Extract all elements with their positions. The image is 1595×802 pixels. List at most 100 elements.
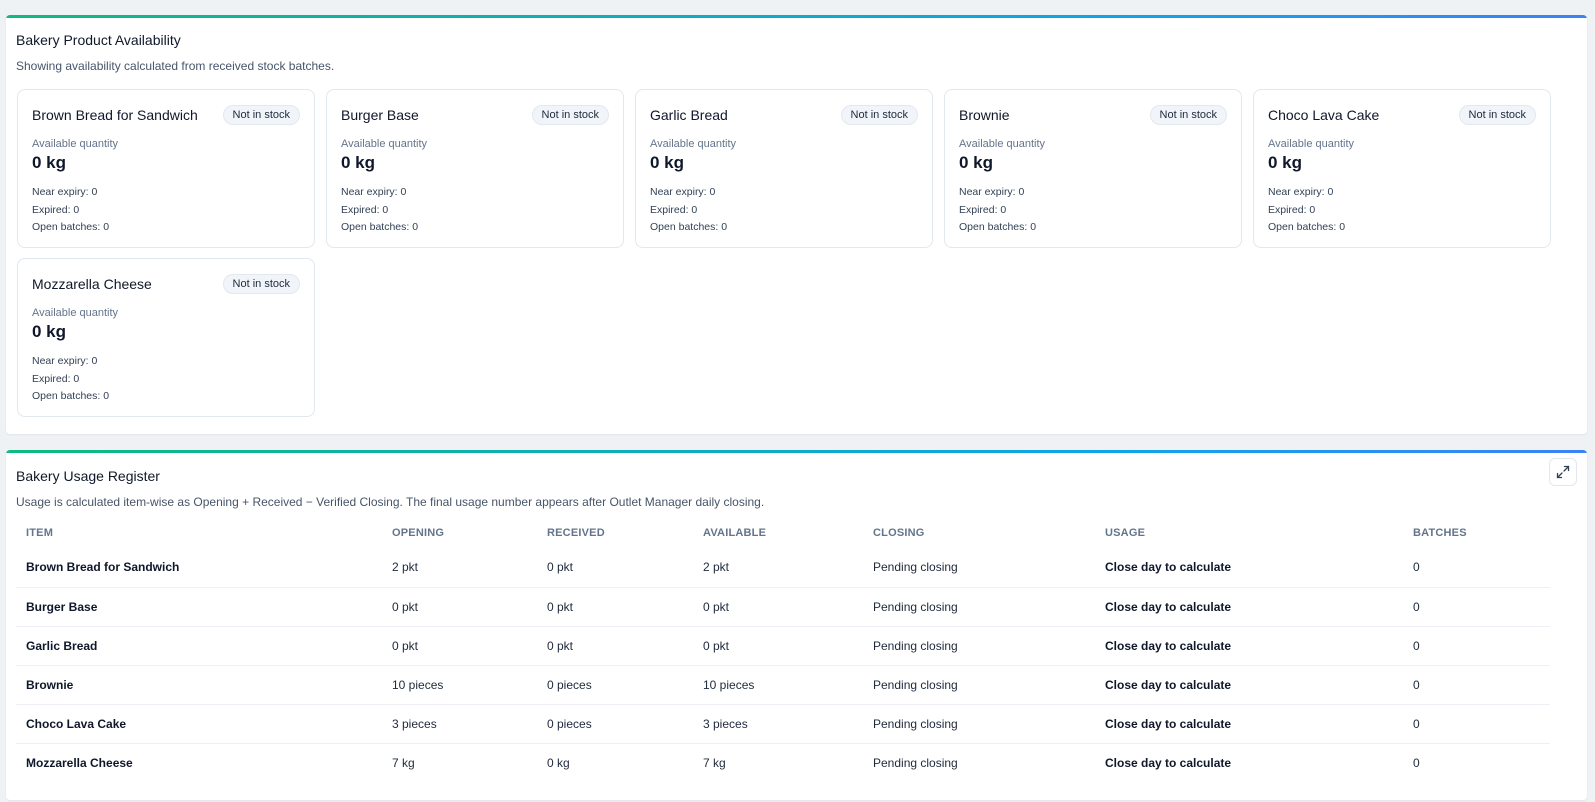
near-expiry-count: Near expiry: 0: [1268, 186, 1334, 198]
open-batches-count: Open batches: 0: [32, 390, 110, 402]
cell-opening: 2 pkt: [382, 548, 537, 588]
cell-received: 0 pieces: [537, 665, 693, 705]
product-name: Choco Lava Cake: [1268, 107, 1380, 123]
near-expiry-count: Near expiry: 0: [32, 355, 98, 367]
near-expiry-count: Near expiry: 0: [650, 186, 716, 198]
available-quantity-value: 0 kg: [650, 153, 685, 172]
cell-item: Brown Bread for Sandwich: [16, 548, 382, 588]
usage-register-table: ITEM OPENING RECEIVED AVAILABLE CLOSING …: [16, 518, 1550, 782]
panel-accent-bar: [6, 450, 1587, 453]
table-row[interactable]: Brownie 10 pieces 0 pieces 10 pieces Pen…: [16, 665, 1550, 705]
available-quantity-value: 0 kg: [32, 322, 67, 341]
available-quantity-value: 0 kg: [32, 153, 67, 172]
cell-batches: 0: [1413, 755, 1420, 770]
cell-closing: Pending closing: [863, 548, 1095, 588]
cell-received: 0 pkt: [537, 626, 693, 666]
table-row[interactable]: Choco Lava Cake 3 pieces 0 pieces 3 piec…: [16, 704, 1550, 744]
column-header-item[interactable]: ITEM: [16, 518, 382, 548]
cell-batches: 0: [1403, 587, 1550, 627]
available-quantity-label: Available quantity: [32, 307, 119, 319]
column-header-available[interactable]: AVAILABLE: [693, 518, 863, 548]
expired-count: Expired: 0: [1268, 204, 1316, 216]
product-name: Brownie: [959, 107, 1010, 123]
available-quantity-label: Available quantity: [650, 138, 737, 150]
open-batches-count: Open batches: 0: [341, 221, 419, 233]
open-batches-count: Open batches: 0: [959, 221, 1037, 233]
available-quantity-value: 0 kg: [1268, 153, 1303, 172]
cell-batches: 0: [1403, 626, 1550, 666]
table-row[interactable]: Garlic Bread 0 pkt 0 pkt 0 pkt Pending c…: [16, 626, 1550, 666]
cell-usage: Close day to calculate: [1095, 626, 1403, 666]
stock-status-badge: Not in stock: [840, 105, 918, 125]
usage-register-panel: Bakery Usage Register Usage is calculate…: [6, 450, 1587, 800]
column-header-received[interactable]: RECEIVED: [537, 518, 693, 548]
cell-usage: Close day to calculate: [1095, 704, 1403, 744]
product-card[interactable]: Burger Base Not in stock Available quant…: [326, 89, 624, 248]
availability-subtitle: Showing availability calculated from rec…: [16, 59, 335, 73]
cell-received: 0 pkt: [537, 548, 693, 588]
available-quantity-label: Available quantity: [959, 138, 1046, 150]
cell-item: Mozzarella Cheese: [26, 755, 133, 770]
cell-available: 0 pkt: [693, 626, 863, 666]
availability-panel: Bakery Product Availability Showing avai…: [6, 15, 1587, 434]
available-quantity-label: Available quantity: [32, 138, 119, 150]
cell-batches: 0: [1403, 548, 1550, 588]
cell-usage: Close day to calculate: [1095, 548, 1403, 588]
available-quantity-value: 0 kg: [341, 153, 376, 172]
product-card[interactable]: Garlic Bread Not in stock Available quan…: [635, 89, 933, 248]
product-name: Burger Base: [341, 107, 419, 123]
product-card[interactable]: Choco Lava Cake Not in stock Available q…: [1253, 89, 1551, 248]
cell-available: 10 pieces: [693, 665, 863, 705]
available-quantity-label: Available quantity: [1268, 138, 1355, 150]
table-row[interactable]: Brown Bread for Sandwich 2 pkt 0 pkt 2 p…: [16, 548, 1550, 588]
expand-button[interactable]: [1549, 458, 1577, 486]
cell-closing: Pending closing: [873, 755, 958, 770]
product-name: Mozzarella Cheese: [32, 276, 152, 292]
stock-status-badge: Not in stock: [222, 105, 300, 125]
cell-available: 3 pieces: [693, 704, 863, 744]
cell-opening: 0 pkt: [382, 626, 537, 666]
near-expiry-count: Near expiry: 0: [959, 186, 1025, 198]
stock-status-badge: Not in stock: [531, 105, 609, 125]
product-name: Garlic Bread: [650, 107, 728, 123]
available-quantity-label: Available quantity: [341, 138, 428, 150]
column-header-opening[interactable]: OPENING: [382, 518, 537, 548]
table-row[interactable]: Mozzarella Cheese 7 kg 0 kg 7 kg Pending…: [16, 743, 1550, 782]
expired-count: Expired: 0: [650, 204, 698, 216]
cell-received: 0 kg: [547, 755, 570, 770]
column-header-closing[interactable]: CLOSING: [863, 518, 1095, 548]
expired-count: Expired: 0: [32, 204, 80, 216]
panel-accent-bar: [6, 15, 1587, 18]
product-card[interactable]: Mozzarella Cheese Not in stock Available…: [17, 258, 315, 417]
cell-item: Brownie: [16, 665, 382, 705]
cell-usage: Close day to calculate: [1105, 755, 1232, 770]
cell-usage: Close day to calculate: [1095, 587, 1403, 627]
product-name: Brown Bread for Sandwich: [32, 107, 198, 123]
cell-batches: 0: [1403, 665, 1550, 705]
cell-item: Burger Base: [16, 587, 382, 627]
cell-available: 0 pkt: [693, 587, 863, 627]
cell-closing: Pending closing: [863, 626, 1095, 666]
availability-title: Bakery Product Availability: [16, 32, 181, 48]
table-row[interactable]: Burger Base 0 pkt 0 pkt 0 pkt Pending cl…: [16, 587, 1550, 627]
stock-status-badge: Not in stock: [1149, 105, 1227, 125]
near-expiry-count: Near expiry: 0: [32, 186, 98, 198]
open-batches-count: Open batches: 0: [650, 221, 728, 233]
available-quantity-value: 0 kg: [959, 153, 994, 172]
expired-count: Expired: 0: [959, 204, 1007, 216]
expired-count: Expired: 0: [341, 204, 389, 216]
column-header-batches[interactable]: BATCHES: [1403, 518, 1550, 548]
open-batches-count: Open batches: 0: [32, 221, 110, 233]
cell-available: 7 kg: [703, 755, 726, 770]
product-card[interactable]: Brown Bread for Sandwich Not in stock Av…: [17, 89, 315, 248]
open-batches-count: Open batches: 0: [1268, 221, 1346, 233]
stock-status-badge: Not in stock: [222, 274, 300, 294]
cell-item: Garlic Bread: [16, 626, 382, 666]
product-card[interactable]: Brownie Not in stock Available quantity …: [944, 89, 1242, 248]
usage-register-subtitle: Usage is calculated item-wise as Opening…: [16, 495, 765, 509]
cell-opening: 3 pieces: [382, 704, 537, 744]
cell-opening: 10 pieces: [382, 665, 537, 705]
cell-usage: Close day to calculate: [1095, 665, 1403, 705]
near-expiry-count: Near expiry: 0: [341, 186, 407, 198]
column-header-usage[interactable]: USAGE: [1095, 518, 1403, 548]
